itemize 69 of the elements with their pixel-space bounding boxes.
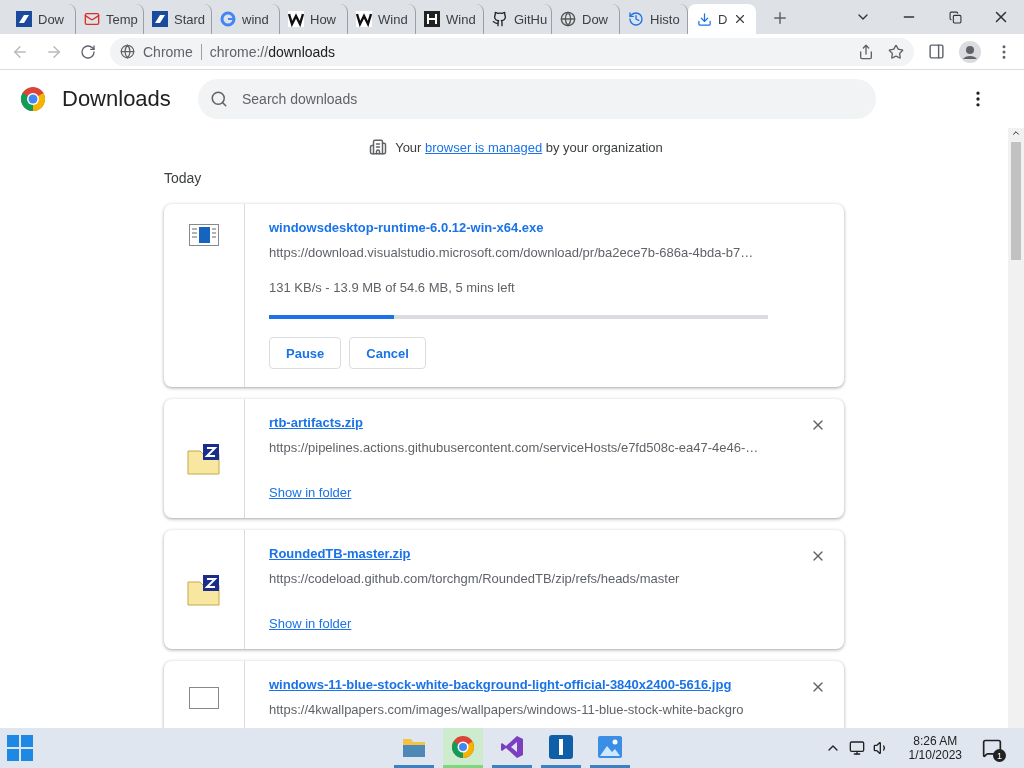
square-icon xyxy=(424,11,440,27)
bird-icon xyxy=(16,11,32,27)
site-label: Chrome xyxy=(143,43,193,60)
chrome-icon[interactable] xyxy=(451,734,475,759)
wiki-icon xyxy=(288,11,304,27)
profile-avatar-icon[interactable] xyxy=(959,40,981,63)
browser-tab[interactable]: D xyxy=(688,4,756,34)
search-icon xyxy=(210,90,228,108)
file-name-link[interactable]: windows-11-blue-stock-white-background-light-official-3840x2400-5616.jpg xyxy=(269,677,732,692)
cancel-button[interactable]: Cancel xyxy=(349,337,426,369)
browser-tab[interactable]: Dow xyxy=(552,4,620,34)
managed-link[interactable]: browser is managed xyxy=(425,139,543,155)
file-name-link[interactable]: rtb-artifacts.zip xyxy=(269,415,363,430)
browser-tab[interactable]: How xyxy=(280,4,348,34)
scroll-up-icon[interactable] xyxy=(1011,128,1021,138)
history-icon xyxy=(628,11,644,27)
bookmark-star-icon[interactable] xyxy=(888,43,904,60)
wiki-icon xyxy=(356,11,372,27)
scroll-thumb[interactable] xyxy=(1011,142,1021,260)
site-icon xyxy=(120,44,135,59)
source-url: https://4kwallpapers.com/images/wallpapers/windows-11-blue-stock-white-backgro xyxy=(269,702,745,717)
source-url: https://codeload.github.com/torchgm/RoundedTB/zip/refs/heads/master xyxy=(269,571,681,586)
browser-tab[interactable]: Stard xyxy=(144,4,212,34)
search-field[interactable]: Search downloads xyxy=(198,79,876,119)
zip-folder-icon xyxy=(187,442,221,475)
globe-icon xyxy=(560,11,576,27)
browser-tab[interactable]: Temp xyxy=(76,4,144,34)
address-bar[interactable]: Chrome chrome://downloads xyxy=(110,37,914,66)
share-icon[interactable] xyxy=(858,43,874,60)
window-file-icon xyxy=(189,224,219,246)
app-tile-icon[interactable] xyxy=(549,734,573,759)
google-icon xyxy=(220,11,236,27)
chrome-logo-icon xyxy=(20,86,46,112)
notifications-icon[interactable] xyxy=(982,738,1002,758)
bird-icon xyxy=(152,11,168,27)
url-text: chrome://downloads xyxy=(209,43,336,60)
source-url: https://download.visualstudio.microsoft.com/download/pr/ba2ece7b-686a-4bda-b7… xyxy=(269,245,755,260)
download-status: 131 KB/s - 13.9 MB of 54.6 MB, 5 mins left xyxy=(269,280,516,295)
show-in-folder-link[interactable]: Show in folder xyxy=(269,485,352,500)
file-name-link[interactable]: RoundedTB-master.zip xyxy=(269,546,411,561)
start-icon[interactable] xyxy=(6,734,34,762)
browser-tab[interactable]: GitHu xyxy=(484,4,552,34)
download-icon xyxy=(696,11,712,27)
reload-icon[interactable] xyxy=(80,43,96,60)
file-name-link[interactable]: windowsdesktop-runtime-6.0.12-win-x64.exe xyxy=(269,220,544,235)
managed-notice: Your browser is managed by your organization xyxy=(395,139,663,155)
zip-folder-icon xyxy=(187,573,221,606)
network-icon[interactable] xyxy=(848,740,865,756)
browser-tab[interactable]: Wind xyxy=(416,4,484,34)
section-heading: Today xyxy=(164,170,203,186)
source-url: https://pipelines.actions.githubusercontent.com/serviceHosts/e7fd508c-ea47-4e46-… xyxy=(269,440,760,455)
side-panel-icon[interactable] xyxy=(927,43,945,60)
github-icon xyxy=(492,11,508,27)
image-file-icon xyxy=(189,687,219,709)
pause-button[interactable]: Pause xyxy=(269,337,342,369)
show-in-folder-link[interactable]: Show in folder xyxy=(269,616,352,631)
browser-tab[interactable]: Wind xyxy=(348,4,416,34)
building-icon xyxy=(369,138,388,156)
visual-studio-icon[interactable] xyxy=(500,734,524,759)
clock[interactable]: 8:26 AM 1/10/2023 xyxy=(908,734,962,762)
page-title: Downloads xyxy=(62,86,172,112)
new-tab-icon[interactable] xyxy=(771,9,789,27)
browser-tab[interactable]: wind xyxy=(212,4,280,34)
mail-icon xyxy=(84,11,100,27)
notification-count: 1 xyxy=(993,749,1006,762)
photos-icon[interactable] xyxy=(598,735,622,758)
scrollbar[interactable] xyxy=(1008,128,1024,728)
restore-icon[interactable] xyxy=(948,10,962,24)
browser-tab[interactable]: Dow xyxy=(8,4,76,34)
